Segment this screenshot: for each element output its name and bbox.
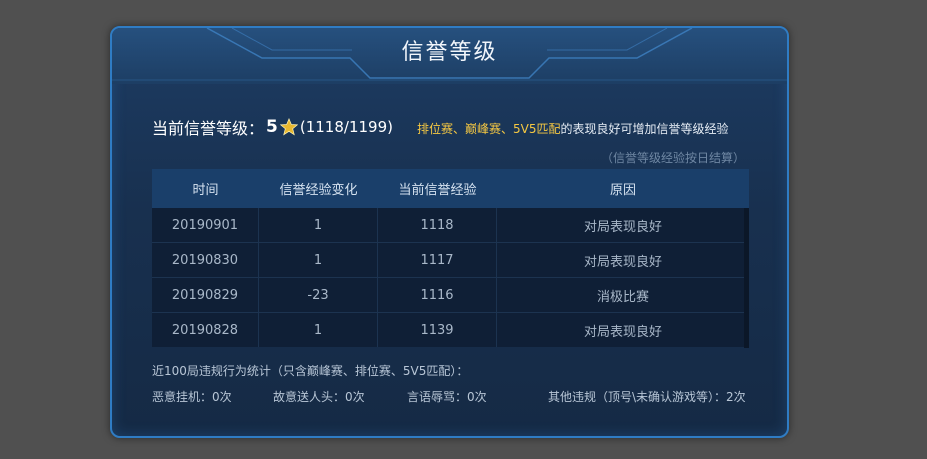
- table-row: 20190829 -23 1116 消极比赛: [152, 278, 749, 313]
- violation-stats-title: 近100局违规行为统计（只含巅峰赛、排位赛、5V5匹配）：: [152, 364, 469, 378]
- table-body[interactable]: 20190901 1 1118 对局表现良好 20190830 1 1117 对…: [152, 208, 749, 347]
- table-scrollbar[interactable]: [744, 208, 749, 348]
- tip-text: 的表现良好可增加信誉等级经验: [560, 122, 729, 136]
- cell-reason: 消极比赛: [596, 289, 649, 305]
- tip-modes: 排位赛、巅峰赛、5V5匹配: [417, 122, 561, 136]
- header-current-exp: 当前信誉经验: [398, 183, 477, 198]
- header-reason: 原因: [609, 183, 636, 198]
- cell-time: 20190830: [152, 243, 259, 277]
- table-row: 20190830 1 1117 对局表现良好: [152, 243, 749, 278]
- star-icon: [279, 118, 298, 136]
- cell-exp-change: 1: [259, 313, 378, 347]
- settle-note: （信誉等级经验按日结算）: [600, 151, 745, 165]
- cell-exp-change: -23: [259, 278, 378, 312]
- cell-current-exp: 1118: [378, 208, 497, 242]
- cell-time: 20190829: [152, 278, 259, 312]
- credit-level-progress: (1118/1199): [299, 118, 393, 136]
- header-exp-change: 信誉经验变化: [279, 183, 358, 198]
- credit-history-table: 时间 信誉经验变化 当前信誉经验 原因 20190901 1 1118 对局表现…: [152, 169, 749, 348]
- credit-tip: 排位赛、巅峰赛、5V5匹配的表现良好可增加信誉等级经验: [417, 120, 729, 137]
- stat-other-violations: 其他违规（顶号\未确认游戏等）：2次: [548, 390, 746, 404]
- stat-afk: 恶意挂机：0次: [152, 390, 232, 404]
- cell-current-exp: 1117: [378, 243, 497, 277]
- credit-level-label: 当前信誉等级：: [152, 119, 265, 138]
- cell-exp-change: 1: [259, 208, 378, 242]
- table-header: 时间 信誉经验变化 当前信誉经验 原因: [152, 169, 749, 208]
- credit-level-panel: 信誉等级 当前信誉等级： 5 (1118/1199) 排位赛、巅峰赛、5V5匹配…: [110, 26, 789, 438]
- cell-time: 20190901: [152, 208, 259, 242]
- cell-reason: 对局表现良好: [583, 324, 662, 340]
- cell-reason: 对局表现良好: [583, 219, 662, 235]
- panel-header: 信誉等级: [112, 28, 787, 84]
- stat-abuse: 言语辱骂：0次: [407, 390, 487, 404]
- table-row: 20190828 1 1139 对局表现良好: [152, 313, 749, 347]
- cell-exp-change: 1: [259, 243, 378, 277]
- current-credit-level: 当前信誉等级： 5 (1118/1199): [152, 116, 393, 138]
- header-time: 时间: [192, 183, 219, 198]
- panel-title: 信誉等级: [401, 40, 498, 65]
- cell-current-exp: 1139: [378, 313, 497, 347]
- cell-reason: 对局表现良好: [583, 254, 662, 270]
- cell-time: 20190828: [152, 313, 259, 347]
- credit-level-value: 5: [266, 117, 278, 137]
- stat-feeding: 故意送人头：0次: [273, 390, 365, 404]
- cell-current-exp: 1116: [378, 278, 497, 312]
- table-row: 20190901 1 1118 对局表现良好: [152, 208, 749, 243]
